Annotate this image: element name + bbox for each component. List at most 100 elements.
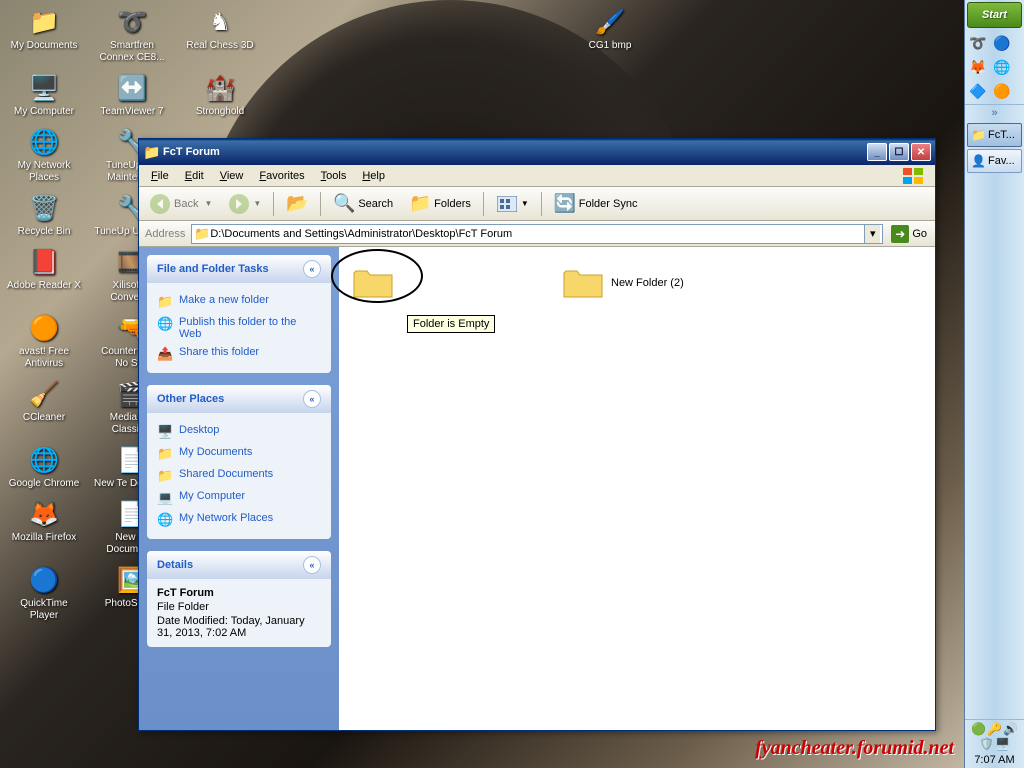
tray-icon[interactable]: 🖥️ bbox=[995, 737, 1010, 751]
app-icon: 🦊 bbox=[28, 498, 60, 530]
close-button[interactable]: ✕ bbox=[911, 143, 931, 161]
sidebar-link[interactable]: 📁Shared Documents bbox=[157, 465, 321, 487]
forward-button[interactable]: ▼ bbox=[222, 190, 267, 218]
desktop-icon[interactable]: 📕 Adobe Reader X bbox=[4, 244, 84, 306]
search-button[interactable]: 🔍Search bbox=[327, 190, 399, 218]
desktop-icon-label: My Computer bbox=[14, 106, 74, 118]
link-label: Desktop bbox=[179, 424, 219, 436]
address-input[interactable] bbox=[210, 228, 864, 240]
quick-launch-item[interactable]: 🔷 bbox=[967, 80, 989, 102]
folder-content[interactable]: Folder is Empty New Folder (2) bbox=[339, 247, 935, 730]
back-button[interactable]: Back▼ bbox=[143, 190, 218, 218]
sidebar-link[interactable]: 📁 My Documents bbox=[157, 443, 321, 465]
tasks-panel-header[interactable]: File and Folder Tasks « bbox=[147, 255, 331, 283]
go-button[interactable]: ➜ Go bbox=[887, 225, 931, 243]
desktop-icon-label: Smartfren Connex CE8... bbox=[94, 40, 170, 64]
tooltip: Folder is Empty bbox=[407, 315, 495, 333]
app-icon: ♞ bbox=[204, 6, 236, 38]
desktop-icon-label: avast! Free Antivirus bbox=[6, 346, 82, 370]
details-panel-header[interactable]: Details « bbox=[147, 551, 331, 579]
quick-launch-item[interactable]: 🌐 bbox=[991, 56, 1013, 78]
desktop-icon[interactable]: ♞Real Chess 3D bbox=[180, 4, 260, 66]
desktop-icon[interactable]: 🏰Stronghold bbox=[180, 70, 260, 120]
quick-launch-item[interactable]: 🟠 bbox=[991, 80, 1013, 102]
sidebar-link[interactable]: 🖥️ Desktop bbox=[157, 421, 321, 443]
views-icon bbox=[496, 193, 518, 215]
desktop-icon[interactable]: 🌐My Network Places bbox=[4, 124, 84, 186]
desktop-icon[interactable]: 🟠avast! Free Antivirus bbox=[4, 310, 84, 372]
tray-icon[interactable]: 🔑 bbox=[987, 722, 1002, 736]
forward-arrow-icon bbox=[228, 193, 250, 215]
desktop-icon[interactable]: ➰Smartfren Connex CE8... bbox=[92, 4, 172, 66]
desktop-icon[interactable]: 🧹 CCleaner bbox=[4, 376, 84, 438]
folders-button[interactable]: 📁Folders bbox=[403, 190, 477, 218]
side-panel: File and Folder Tasks « 📁Make a new fold… bbox=[139, 247, 339, 730]
desktop-icon[interactable]: 🌐Google Chrome bbox=[4, 442, 84, 492]
menu-item[interactable]: Favorites bbox=[251, 168, 312, 184]
folder-item[interactable]: New Folder (2) bbox=[559, 261, 729, 305]
places-panel-header[interactable]: Other Places « bbox=[147, 385, 331, 413]
app-icon: 📕 bbox=[28, 246, 60, 278]
start-button[interactable]: Start bbox=[967, 2, 1022, 28]
taskbar-tasks: 📁FcT...👤Fav... bbox=[965, 121, 1024, 719]
folder-icon: 📁 bbox=[143, 144, 159, 160]
sidebar-link[interactable]: 🌐 My Network Places bbox=[157, 509, 321, 531]
quick-launch-item[interactable]: 🦊 bbox=[967, 56, 989, 78]
desktop-icon[interactable]: ↔️TeamViewer 7 bbox=[92, 70, 172, 120]
tray-icon[interactable]: 🛡️ bbox=[979, 737, 994, 751]
link-icon: 📁 bbox=[157, 446, 173, 462]
task-icon: 👤 bbox=[971, 154, 985, 168]
desktop-icon[interactable]: 🔵QuickTime Player bbox=[4, 562, 84, 624]
minimize-button[interactable]: _ bbox=[867, 143, 887, 161]
desktop-icon[interactable]: 🗑️Recycle Bin bbox=[4, 190, 84, 240]
link-label: My Documents bbox=[179, 446, 252, 458]
app-icon: 🧹 bbox=[28, 378, 60, 410]
app-icon: 🏰 bbox=[204, 72, 236, 104]
up-button[interactable]: 📂 bbox=[280, 190, 314, 218]
sidebar-link[interactable]: 🌐Publish this folder to the Web bbox=[157, 313, 321, 343]
quick-launch-item[interactable]: ➰ bbox=[967, 32, 989, 54]
address-dropdown[interactable]: ▾ bbox=[864, 225, 880, 243]
paint-icon: 🖌️ bbox=[594, 6, 626, 38]
menu-item[interactable]: Edit bbox=[177, 168, 212, 184]
tray-icon[interactable]: 🟢 bbox=[971, 722, 986, 736]
desktop-icon-label: Mozilla Firefox bbox=[12, 532, 76, 544]
app-icon: 🌐 bbox=[28, 444, 60, 476]
link-icon: 💻 bbox=[157, 490, 173, 506]
desktop-icon[interactable]: 🖥️My Computer bbox=[4, 70, 84, 120]
desktop-icon-label: My Documents bbox=[11, 40, 78, 52]
taskbar-button[interactable]: 📁FcT... bbox=[967, 123, 1022, 147]
titlebar[interactable]: 📁 FcT Forum _ ☐ ✕ bbox=[139, 139, 935, 165]
menubar: FileEditViewFavoritesToolsHelp bbox=[139, 165, 935, 187]
folder-item-selected[interactable]: Folder is Empty bbox=[349, 261, 519, 305]
desktop-icon[interactable]: 🦊 Mozilla Firefox bbox=[4, 496, 84, 558]
tray-icon[interactable]: 🔊 bbox=[1003, 722, 1018, 736]
folder-sync-button[interactable]: 🔄Folder Sync bbox=[548, 190, 644, 218]
desktop-icon[interactable]: 📁My Documents bbox=[4, 4, 84, 66]
maximize-button[interactable]: ☐ bbox=[889, 143, 909, 161]
sidebar-link[interactable]: 📁Make a new folder bbox=[157, 291, 321, 313]
explorer-window: 📁 FcT Forum _ ☐ ✕ FileEditViewFavoritesT… bbox=[138, 138, 936, 731]
quick-launch-chevron[interactable]: » bbox=[965, 105, 1024, 121]
desktop-icon-label: Adobe Reader X bbox=[7, 280, 81, 292]
link-icon: 🌐 bbox=[157, 512, 173, 528]
link-label: Share this folder bbox=[179, 346, 259, 358]
menu-item[interactable]: File bbox=[143, 168, 177, 184]
sidebar-link[interactable]: 📤Share this folder bbox=[157, 343, 321, 365]
menu-item[interactable]: Help bbox=[354, 168, 393, 184]
link-label: Publish this folder to the Web bbox=[179, 316, 321, 340]
quick-launch-item[interactable]: 🔵 bbox=[991, 32, 1013, 54]
sidebar-link[interactable]: 💻My Computer bbox=[157, 487, 321, 509]
menu-item[interactable]: View bbox=[212, 168, 252, 184]
desktop-icon-label: Recycle Bin bbox=[18, 226, 71, 238]
app-icon: ↔️ bbox=[116, 72, 148, 104]
views-button[interactable]: ▼ bbox=[490, 190, 535, 218]
link-icon: 🖥️ bbox=[157, 424, 173, 440]
menu-item[interactable]: Tools bbox=[313, 168, 355, 184]
link-label: My Network Places bbox=[179, 512, 273, 524]
taskbar-button[interactable]: 👤Fav... bbox=[967, 149, 1022, 173]
quick-launch: ➰🔵🦊🌐🔷🟠 bbox=[965, 30, 1024, 105]
desktop-icon-label: CCleaner bbox=[23, 412, 65, 424]
places-panel: Other Places « 🖥️ Desktop 📁 My Documents 📁Sh… bbox=[147, 385, 331, 539]
desktop-icon[interactable]: 🖌️ CG1 bmp bbox=[570, 4, 650, 54]
